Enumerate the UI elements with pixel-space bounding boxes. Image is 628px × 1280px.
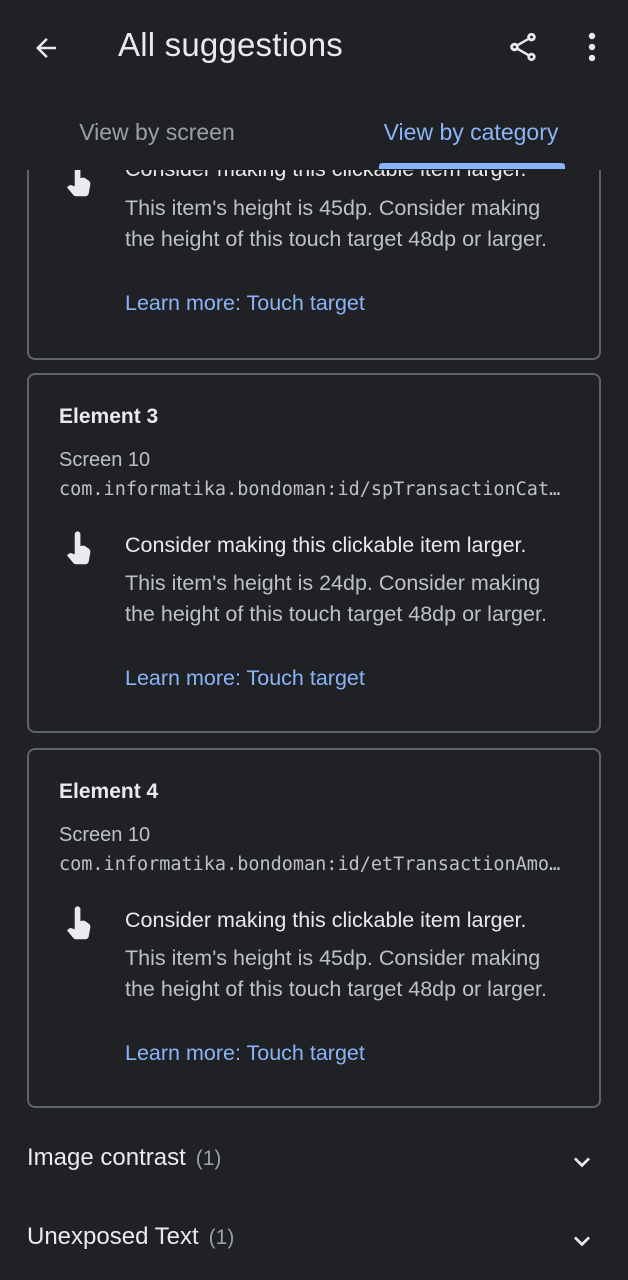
element-title: Element 4: [59, 780, 159, 803]
touch-hand-icon: [67, 906, 91, 940]
selected-tab-indicator: [379, 163, 565, 169]
touch-hand-icon: [67, 531, 91, 565]
section-image-contrast[interactable]: Image contrast (1): [0, 1126, 628, 1196]
learn-more-link[interactable]: Learn more: Touch target: [125, 1041, 365, 1066]
issue-text: Consider making this clickable item larg…: [125, 170, 575, 184]
tab-view-by-screen[interactable]: View by screen: [0, 98, 314, 166]
page-title: All suggestions: [118, 26, 343, 63]
tab-bar: View by screen View by category: [0, 98, 628, 170]
suggestion-card: Element 4 Screen 10 com.informatika.bond…: [27, 748, 601, 1108]
screen-label: Screen 10: [59, 824, 151, 846]
learn-more-link[interactable]: Learn more: Touch target: [125, 291, 365, 316]
back-button[interactable]: [22, 24, 70, 72]
issue-detail: This item's height is 24dp. Consider mak…: [125, 571, 547, 626]
issue-detail: This item's height is 45dp. Consider mak…: [125, 196, 547, 251]
section-unexposed-text[interactable]: Unexposed Text (1): [0, 1205, 628, 1275]
screen-label: Screen 10: [59, 449, 151, 471]
learn-more-link[interactable]: Learn more: Touch target: [125, 666, 365, 691]
section-title: Unexposed Text: [27, 1223, 199, 1250]
tab-view-by-category[interactable]: View by category: [314, 98, 628, 166]
suggestion-card: Consider making this clickable item larg…: [27, 170, 601, 360]
chevron-down-icon[interactable]: [566, 1146, 598, 1178]
touch-hand-icon: [67, 170, 91, 197]
element-title: Element 3: [59, 405, 159, 428]
issue-detail: This item's height is 45dp. Consider mak…: [125, 946, 547, 1001]
section-title: Image contrast: [27, 1144, 186, 1171]
share-button[interactable]: [498, 22, 548, 72]
element-id: com.informatika.bondoman:id/etTransactio…: [59, 854, 571, 875]
app-bar: All suggestions: [0, 0, 628, 92]
suggestions-list[interactable]: Consider making this clickable item larg…: [0, 170, 628, 1280]
section-count: (1): [208, 1226, 235, 1249]
element-id: com.informatika.bondoman:id/spTransactio…: [59, 479, 571, 500]
chevron-down-icon[interactable]: [566, 1225, 598, 1257]
section-count: (1): [195, 1147, 222, 1170]
issue-text: Consider making this clickable item larg…: [125, 533, 527, 557]
issue-text: Consider making this clickable item larg…: [125, 908, 527, 932]
more-options-button[interactable]: [570, 22, 614, 72]
more-vert-icon: [588, 32, 596, 62]
arrow-back-icon: [36, 38, 56, 58]
suggestion-card: Element 3 Screen 10 com.informatika.bond…: [27, 373, 601, 733]
share-icon: [510, 32, 536, 62]
